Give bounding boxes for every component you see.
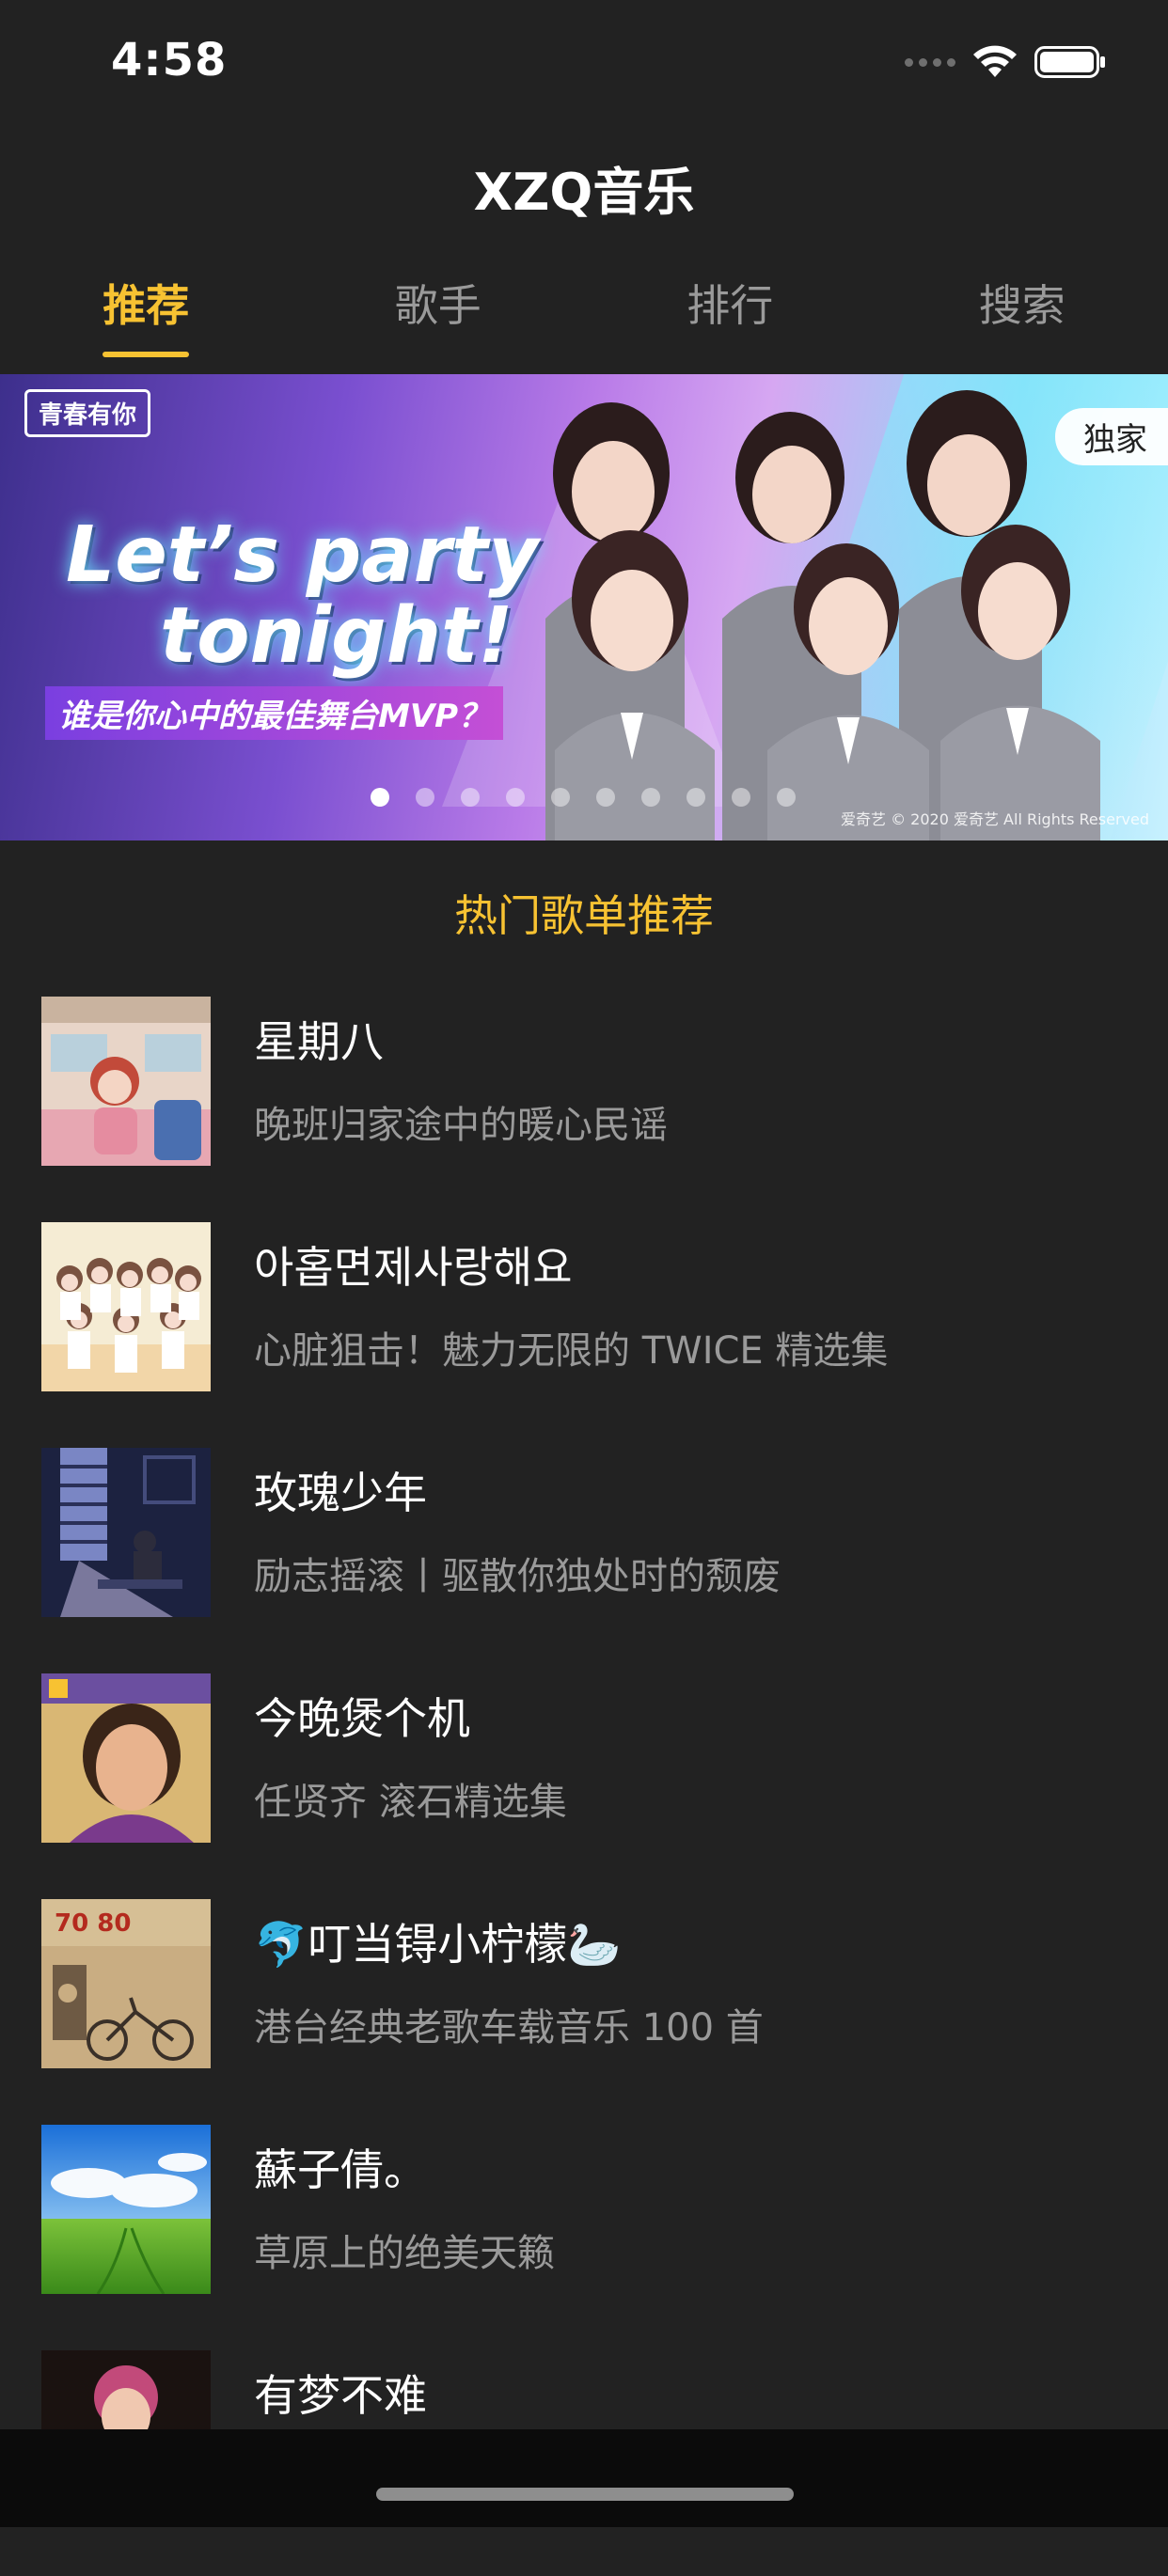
carousel-dot[interactable] — [416, 788, 434, 807]
carousel-dot[interactable] — [687, 788, 705, 807]
tab-label: 排行 — [687, 280, 773, 331]
svg-text:70 80: 70 80 — [55, 1909, 131, 1938]
playlist-cover — [41, 997, 211, 1166]
playlist-description: 励志摇滚丨驱散你独处时的颓废 — [254, 1546, 781, 1600]
banner-carousel[interactable]: 青春有你 Let’s party tonight! 谁是你心中的最佳舞台MVP？… — [0, 374, 1168, 840]
status-bar: 4:58 — [0, 0, 1168, 122]
banner-subline: 谁是你心中的最佳舞台MVP？ — [45, 686, 503, 740]
playlist-item[interactable]: 星期八 晚班归家途中的暖心民谣 — [0, 997, 1168, 1222]
tab-search[interactable]: 搜索 — [876, 273, 1168, 376]
playlist-title: 今晚煲个机 — [254, 1685, 470, 1747]
app-title: XZQ音乐 — [0, 150, 1168, 225]
playlist-title: 星期八 — [254, 1008, 384, 1070]
playlist-item[interactable]: 아홉면제사랑해요 心脏狙击！魅力无限的 TWICE 精选集 — [0, 1222, 1168, 1448]
carousel-dot[interactable] — [506, 788, 525, 807]
banner-headline-line1: Let’s party — [66, 510, 539, 600]
playlist-item[interactable]: 玫瑰少年 励志摇滚丨驱散你独处时的颓废 — [0, 1448, 1168, 1673]
wifi-icon — [972, 45, 1018, 79]
banner-headline: Let’s party tonight! — [66, 515, 539, 677]
carousel-pagination — [371, 788, 796, 807]
home-indicator[interactable] — [376, 2488, 794, 2501]
banner-logo: 青春有你 — [24, 389, 150, 437]
playlist-cover — [41, 1673, 211, 1843]
carousel-dot[interactable] — [596, 788, 615, 807]
section-title: 热门歌单推荐 — [0, 882, 1168, 944]
playlist-title: 蘇子倩。 — [254, 2136, 427, 2198]
status-time: 4:58 — [111, 34, 227, 86]
carousel-dot[interactable] — [732, 788, 750, 807]
tab-rankings[interactable]: 排行 — [584, 273, 876, 376]
playlist-cover — [41, 2125, 211, 2294]
playlist-item[interactable]: 今晚煲个机 任贤齐 滚石精选集 — [0, 1673, 1168, 1899]
carousel-dot[interactable] — [371, 788, 389, 807]
playlist-item[interactable]: 70 80 🐬叮当锝小柠檬🦢 港台经典老歌车载音乐 100 首 — [0, 1899, 1168, 2125]
playlist-list: 星期八 晚班归家途中的暖心民谣 아홉면제 — [0, 997, 1168, 2576]
battery-icon — [1034, 45, 1106, 79]
banner-copyright: 爱奇艺 © 2020 爱奇艺 All Rights Reserved — [841, 807, 1149, 829]
tab-bar: 推荐 歌手 排行 搜索 — [0, 273, 1168, 376]
playlist-description: 晚班归家途中的暖心民谣 — [254, 1094, 668, 1149]
playlist-title: 有梦不难 — [254, 2362, 427, 2424]
tab-singers[interactable]: 歌手 — [292, 273, 585, 376]
tab-label: 推荐 — [103, 280, 189, 331]
playlist-description: 草原上的绝美天籁 — [254, 2223, 555, 2277]
playlist-cover — [41, 1222, 211, 1391]
playlist-cover: 70 80 — [41, 1899, 211, 2068]
bottom-safe-area — [0, 2429, 1168, 2527]
banner-headline-line2: tonight! — [66, 596, 539, 677]
status-icons — [905, 43, 1106, 81]
playlist-title: 玫瑰少年 — [254, 1459, 427, 1521]
carousel-dot[interactable] — [641, 788, 660, 807]
playlist-item[interactable]: 蘇子倩。 草原上的绝美天籁 — [0, 2125, 1168, 2350]
playlist-title: 🐬叮当锝小柠檬🦢 — [254, 1910, 622, 1972]
tab-label: 搜索 — [979, 280, 1065, 331]
playlist-description: 任贤齐 滚石精选集 — [254, 1771, 567, 1826]
exclusive-badge: 独家 — [1055, 408, 1168, 465]
tab-recommend[interactable]: 推荐 — [0, 273, 292, 376]
carousel-dot[interactable] — [551, 788, 570, 807]
playlist-title: 아홉면제사랑해요 — [254, 1233, 573, 1296]
playlist-description: 心脏狙击！魅力无限的 TWICE 精选集 — [254, 1320, 888, 1374]
playlist-cover — [41, 1448, 211, 1617]
tab-label: 歌手 — [395, 280, 481, 331]
tab-active-indicator — [103, 352, 189, 357]
carousel-dot[interactable] — [777, 788, 796, 807]
carousel-dot[interactable] — [461, 788, 480, 807]
playlist-description: 港台经典老歌车载音乐 100 首 — [254, 1997, 764, 2051]
signal-icon — [905, 58, 955, 67]
